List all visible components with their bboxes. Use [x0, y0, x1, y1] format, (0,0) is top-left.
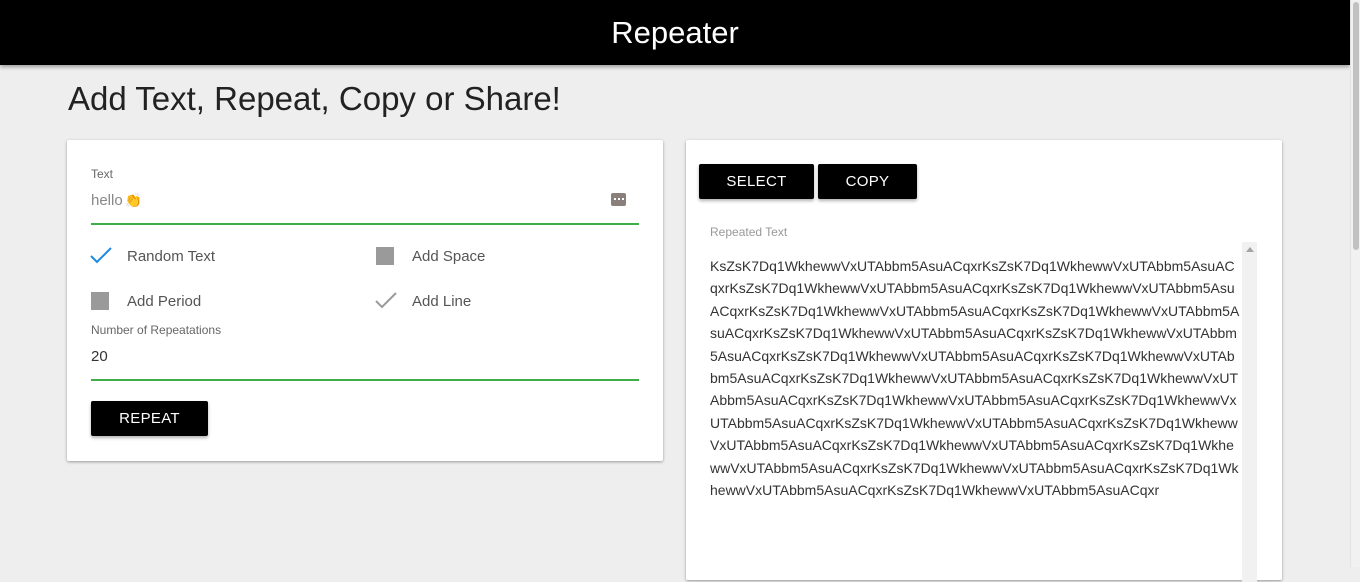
text-input-underline	[91, 223, 639, 225]
textarea-scrollbar[interactable]	[1242, 242, 1257, 582]
random-text-label: Random Text	[127, 247, 216, 265]
app-title: Repeater	[611, 15, 739, 50]
checkmark-icon	[90, 247, 112, 265]
checkbox-unchecked-icon	[376, 247, 394, 265]
text-field-label: Text	[91, 167, 114, 181]
page-heading: Add Text, Repeat, Copy or Share!	[68, 80, 561, 117]
select-button[interactable]: SELECT	[699, 164, 814, 199]
app-header: Repeater	[0, 0, 1350, 65]
checkmark-icon	[375, 292, 397, 310]
scroll-up-arrow-icon[interactable]	[1246, 247, 1254, 252]
page-scrollbar-thumb[interactable]	[1353, 2, 1359, 250]
clap-emoji: 👏	[124, 192, 143, 208]
text-input[interactable]: hello 👏	[91, 192, 142, 209]
random-text-checkbox[interactable]: Random Text	[90, 247, 216, 265]
input-card: Text hello 👏 Random Text Add Space Add Pe…	[67, 140, 663, 461]
add-line-checkbox[interactable]: Add Line	[375, 292, 472, 310]
repeat-button[interactable]: REPEAT	[91, 401, 208, 436]
add-period-checkbox[interactable]: Add Period	[91, 292, 201, 310]
repeated-text-label: Repeated Text	[710, 225, 788, 239]
add-period-label: Add Period	[127, 292, 202, 310]
repetitions-underline	[91, 379, 639, 381]
repetitions-label: Number of Repeatations	[91, 323, 222, 337]
keyboard-icon[interactable]	[611, 193, 626, 206]
add-space-label: Add Space	[412, 247, 486, 265]
add-line-label: Add Line	[412, 292, 472, 310]
output-card: SELECT COPY Repeated Text KsZsK7Dq1Wkhew…	[686, 140, 1282, 582]
add-space-checkbox[interactable]: Add Space	[376, 247, 485, 265]
page-scrollbar[interactable]	[1350, 0, 1360, 567]
repeated-text-area[interactable]: KsZsK7Dq1WkhewwVxUTAbbm5AsuACqxrKsZsK7Dq…	[710, 255, 1242, 501]
checkbox-unchecked-icon	[91, 292, 109, 310]
repetitions-input[interactable]: 20	[91, 348, 108, 365]
copy-button[interactable]: COPY	[818, 164, 917, 199]
text-input-value: hello	[91, 192, 123, 209]
